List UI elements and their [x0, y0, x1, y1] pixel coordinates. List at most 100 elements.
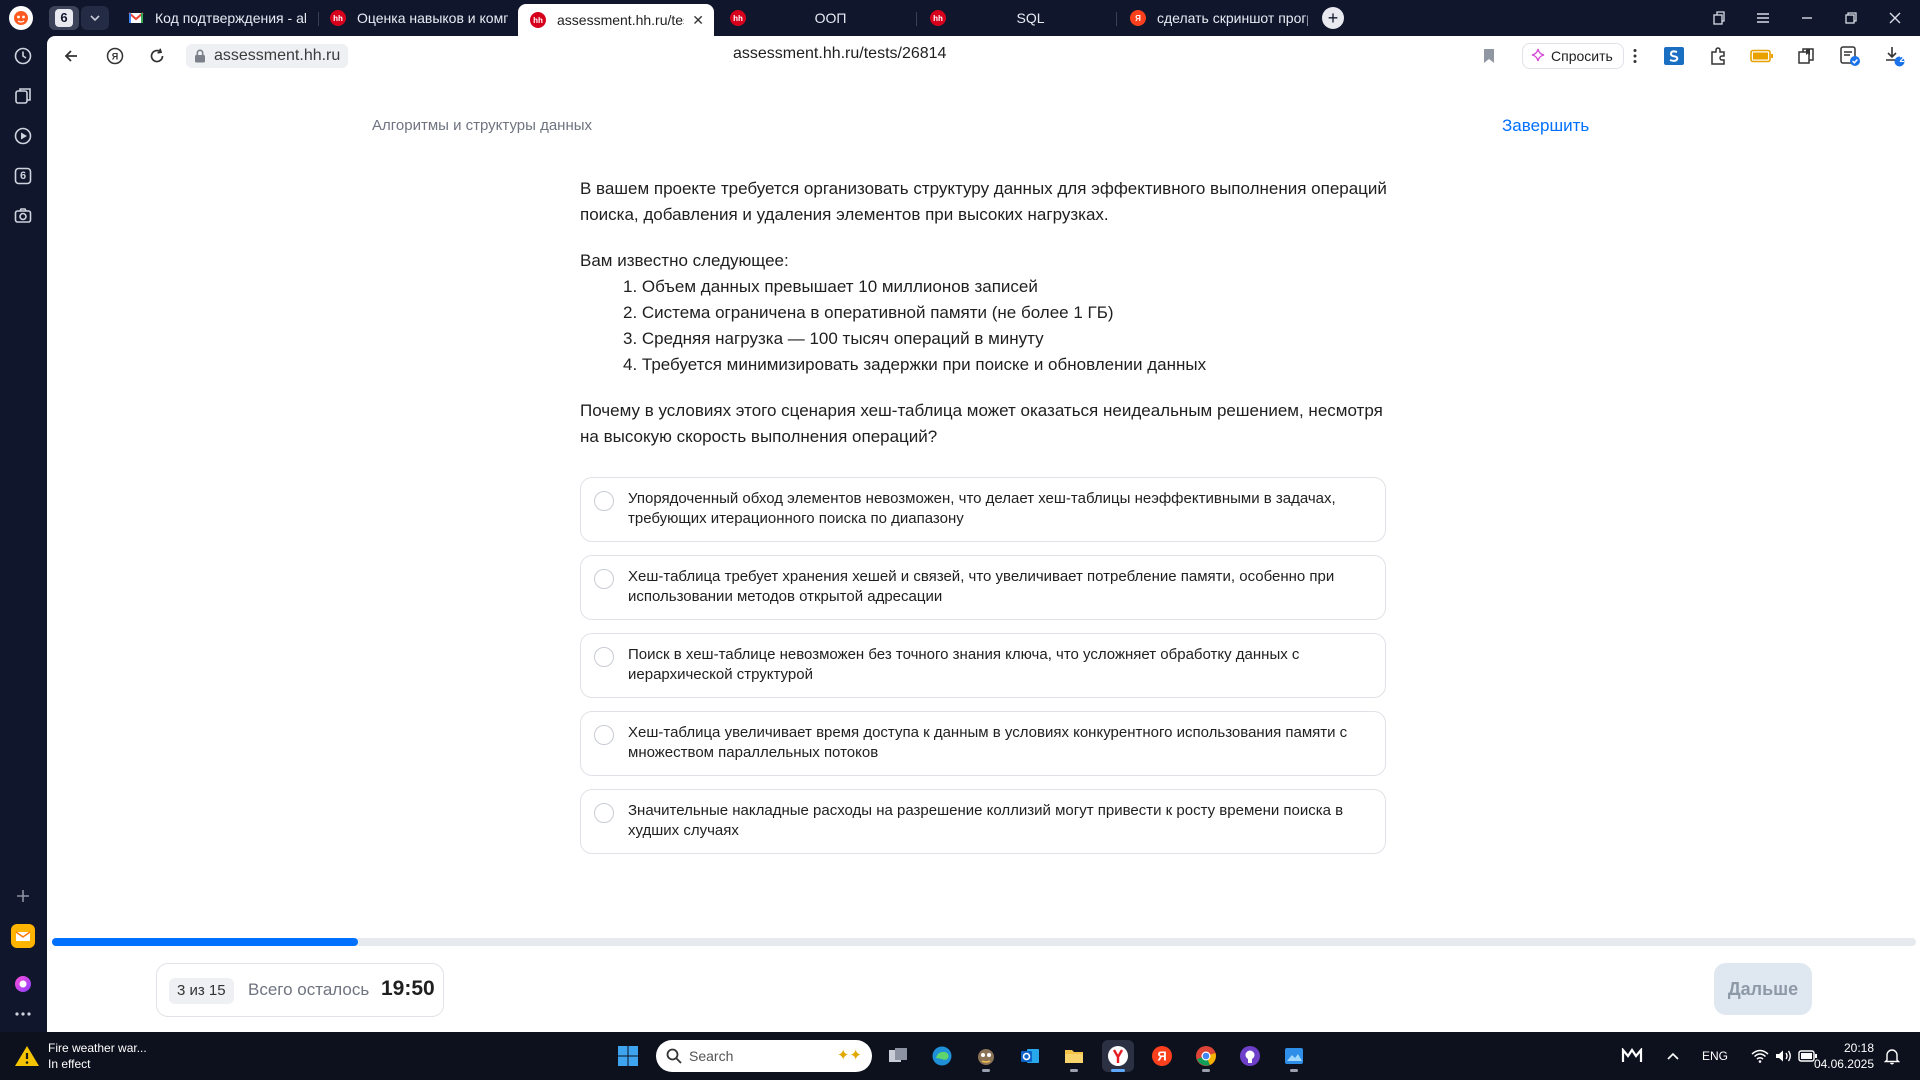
downloads-icon[interactable]: 2 — [1882, 44, 1906, 68]
site-identity-chip[interactable]: assessment.hh.ru — [186, 44, 349, 68]
answer-option[interactable]: Поиск в хеш-таблице невозможен без точно… — [580, 633, 1386, 698]
file-explorer-icon[interactable] — [1058, 1040, 1090, 1072]
assessment-page: Алгоритмы и структуры данных Завершить В… — [47, 76, 1920, 1032]
bookmark-icon[interactable] — [1477, 44, 1501, 68]
test-progress-fill — [52, 938, 358, 946]
verified-extension-icon[interactable] — [1838, 44, 1862, 68]
answer-options: Упорядоченный обход элементов невозможен… — [580, 477, 1386, 867]
question-counter: 3 из 15 — [169, 978, 234, 1004]
search-icon — [666, 1048, 682, 1064]
address-bar-url[interactable]: assessment.hh.ru/tests/26814 — [733, 45, 946, 63]
tab-label: Оценка навыков и компе — [357, 10, 508, 26]
more-vertical-icon[interactable] — [1623, 44, 1647, 68]
known-fact-item: 3. Средняя нагрузка — 100 тысяч операций… — [623, 329, 1044, 348]
tab-skills-assessment[interactable]: hh Оценка навыков и компе — [318, 4, 518, 32]
answer-radio[interactable] — [594, 569, 614, 589]
test-progress-bar — [52, 938, 1916, 946]
history-icon[interactable] — [11, 44, 35, 68]
minimize-icon[interactable] — [1792, 6, 1822, 30]
tab-gmail[interactable]: Код подтверждения - ale — [116, 4, 316, 32]
taskbar-search-input[interactable]: Search ✦✦ — [656, 1040, 872, 1072]
close-tab-icon[interactable]: ✕ — [692, 12, 704, 29]
running-indicator — [982, 1069, 990, 1072]
add-sidebar-item-icon[interactable] — [11, 884, 35, 908]
tab-counter-sidebar-icon[interactable]: 6 — [11, 164, 35, 188]
tab-assessment-active[interactable]: hh assessment.hh.ru/tests/ ✕ — [518, 4, 714, 36]
tab-label: assessment.hh.ru/tests/ — [557, 12, 684, 28]
reading-list-icon[interactable] — [1794, 44, 1818, 68]
weather-alert-status: In effect — [48, 1057, 91, 1071]
wifi-icon[interactable] — [1750, 1049, 1770, 1063]
tab-separator — [1116, 12, 1117, 26]
known-facts-list: 1. Объем данных превышает 10 миллионов з… — [580, 274, 1400, 378]
github-desktop-icon[interactable] — [1234, 1040, 1266, 1072]
answer-text: Поиск в хеш-таблице невозможен без точно… — [628, 646, 1300, 683]
photos-app-icon[interactable] — [1278, 1040, 1310, 1072]
answer-radio[interactable] — [594, 647, 614, 667]
task-view-icon[interactable] — [882, 1040, 914, 1072]
next-question-button[interactable]: Дальше — [1714, 963, 1812, 1015]
ask-ai-button[interactable]: Спросить — [1522, 43, 1624, 69]
volume-icon[interactable] — [1774, 1049, 1794, 1063]
gimp-icon[interactable] — [970, 1040, 1002, 1072]
tab-oop[interactable]: hh ООП — [718, 4, 914, 32]
hh-icon: hh — [530, 12, 546, 28]
site-domain: assessment.hh.ru — [214, 47, 341, 64]
outlook-icon[interactable] — [1014, 1040, 1046, 1072]
test-topic-title: Алгоритмы и структуры данных — [372, 117, 593, 134]
close-window-icon[interactable] — [1880, 6, 1910, 30]
answer-option[interactable]: Значительные накладные расходы на разреш… — [580, 789, 1386, 854]
tab-sql[interactable]: hh SQL — [918, 4, 1114, 32]
question-block: В вашем проекте требуется организовать с… — [580, 176, 1400, 470]
answer-option[interactable]: Упорядоченный обход элементов невозможен… — [580, 477, 1386, 542]
tab-counter-button[interactable]: 6 — [49, 6, 79, 30]
tray-chevron-up-icon[interactable] — [1662, 1052, 1684, 1060]
battery-saver-icon[interactable] — [1750, 44, 1774, 68]
chrome-icon[interactable] — [1190, 1040, 1222, 1072]
tab-list-chevron-icon[interactable] — [81, 6, 109, 30]
tab-yandex-search[interactable]: Я сделать скриншот програ — [1118, 4, 1318, 32]
input-language-indicator[interactable]: ENG — [1702, 1049, 1728, 1063]
answer-option[interactable]: Хеш-таблица требует хранения хешей и свя… — [580, 555, 1386, 620]
collections-sidebar-icon[interactable] — [11, 84, 35, 108]
answer-radio[interactable] — [594, 725, 614, 745]
tab-strip: 6 Код подтверждения - ale hh Оценка навы… — [0, 0, 1920, 36]
browser-logo-icon[interactable] — [9, 6, 33, 30]
reload-icon[interactable] — [145, 44, 169, 68]
weather-alert-title: Fire weather war... — [48, 1041, 147, 1055]
restore-icon[interactable] — [1836, 6, 1866, 30]
time-remaining-value: 19:50 — [381, 977, 435, 1000]
tab-label: Код подтверждения - ale — [155, 10, 306, 26]
answer-radio[interactable] — [594, 803, 614, 823]
skype-extension-icon[interactable] — [1662, 44, 1686, 68]
video-play-icon[interactable] — [11, 124, 35, 148]
answer-option[interactable]: Хеш-таблица увеличивает время доступа к … — [580, 711, 1386, 776]
new-tab-plus-icon[interactable]: + — [1322, 7, 1344, 29]
menu-icon[interactable] — [1748, 6, 1778, 30]
back-arrow-icon[interactable] — [59, 44, 83, 68]
tab-label: ООП — [814, 10, 847, 26]
alice-assistant-icon[interactable] — [11, 972, 35, 996]
more-dots-icon[interactable] — [11, 1002, 35, 1026]
extensions-puzzle-icon[interactable] — [1706, 44, 1730, 68]
yandex-home-icon[interactable]: Я — [103, 44, 127, 68]
yandex-app-icon[interactable]: Я — [1146, 1040, 1178, 1072]
mail-envelope-icon[interactable] — [11, 924, 35, 948]
collections-icon[interactable] — [1704, 6, 1734, 30]
yandex-browser-taskbar-icon[interactable] — [1102, 1040, 1134, 1072]
gaming-overlay-icon[interactable] — [1620, 1048, 1644, 1064]
answer-text: Упорядоченный обход элементов невозможен… — [628, 490, 1336, 527]
ask-ai-label: Спросить — [1551, 48, 1613, 64]
tab-label: сделать скриншот програ — [1157, 10, 1308, 26]
answer-radio[interactable] — [594, 491, 614, 511]
weather-widget[interactable]: Fire weather war... In effect — [14, 1040, 147, 1072]
screenshot-camera-icon[interactable] — [11, 204, 35, 228]
taskbar-clock[interactable]: 20:18 04.06.2025 — [1812, 1040, 1874, 1072]
finish-test-link[interactable]: Завершить — [1502, 116, 1589, 136]
running-indicator — [1202, 1069, 1210, 1072]
notifications-bell-icon[interactable] — [1884, 1040, 1900, 1072]
sidebar-tab-count: 6 — [19, 170, 27, 182]
edge-browser-icon[interactable] — [926, 1040, 958, 1072]
svg-text:Я: Я — [1157, 1049, 1166, 1064]
windows-start-icon[interactable] — [612, 1040, 644, 1072]
